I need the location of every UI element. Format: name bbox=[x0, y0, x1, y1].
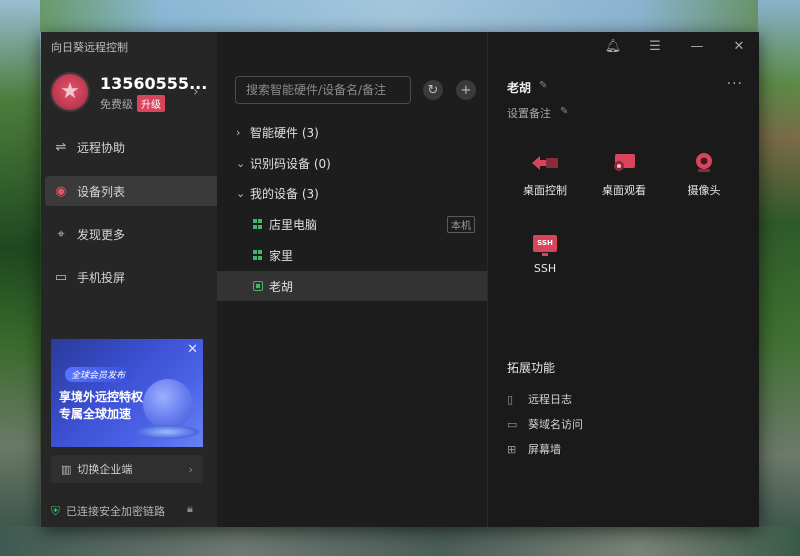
banner-subline: 专属全球加速 bbox=[59, 407, 132, 421]
banner-tag: 全球会员发布 bbox=[65, 367, 132, 382]
building-icon: ▥ bbox=[61, 462, 72, 476]
edit-icon[interactable]: ✎ bbox=[560, 106, 568, 117]
satellite-icon: ⌖ bbox=[57, 226, 65, 242]
username[interactable]: 13560555... bbox=[100, 74, 207, 93]
chevron-right-icon[interactable]: › bbox=[193, 84, 199, 100]
banner-headline: 享境外远控特权 bbox=[59, 390, 144, 404]
more-icon[interactable]: ··· bbox=[727, 76, 743, 92]
detail-panel: 🔔︎ ☰ — ✕ 老胡 ✎ 设置备注 ✎ ··· 桌面控制 桌面观看 摄像头 S… bbox=[487, 32, 759, 527]
sidebar-item-device-list[interactable]: ◉ 设备列表 bbox=[45, 176, 238, 206]
search-input[interactable] bbox=[235, 76, 411, 104]
bell-icon[interactable]: 🔔︎ bbox=[604, 39, 622, 54]
sidebar-item-discover[interactable]: ⌖ 发现更多 bbox=[45, 219, 238, 249]
device-icon bbox=[253, 281, 263, 291]
menu-icon[interactable]: ☰ bbox=[646, 39, 664, 54]
desktop-view-button[interactable]: 桌面观看 bbox=[591, 148, 657, 198]
device-name: 老胡 bbox=[269, 279, 294, 294]
action-label: 摄像头 bbox=[687, 184, 721, 197]
camera-icon bbox=[671, 148, 737, 178]
device-item[interactable]: 店里电脑 本机 bbox=[217, 209, 487, 239]
device-name: 店里电脑 bbox=[269, 217, 318, 232]
group-label: 智能硬件 (3) bbox=[250, 125, 319, 140]
security-status: ⛨ 已连接安全加密链路 bbox=[51, 503, 165, 519]
ext-label: 远程日志 bbox=[528, 393, 572, 406]
sidebar-item-remote-assist[interactable]: ⇌ 远程协助 bbox=[45, 132, 238, 162]
log-icon: ▯ bbox=[507, 392, 514, 406]
device-item-selected[interactable]: 老胡 bbox=[217, 271, 487, 301]
action-label: 桌面控制 bbox=[523, 184, 567, 197]
grid-icon: ⊞ bbox=[507, 442, 517, 456]
star-icon: ★ bbox=[60, 79, 80, 104]
add-icon[interactable]: + bbox=[456, 80, 476, 100]
desktop-trees-right bbox=[758, 0, 800, 556]
ext-label: 屏幕墙 bbox=[528, 443, 561, 456]
security-label: 已连接安全加密链路 bbox=[66, 505, 166, 518]
group-label: 我的设备 (3) bbox=[250, 186, 319, 201]
refresh-icon[interactable]: ↻ bbox=[423, 80, 443, 100]
app-title: 向日葵远程控制 bbox=[51, 41, 128, 54]
sidebar-item-label: 发现更多 bbox=[77, 227, 126, 242]
desktop-control-button[interactable]: 桌面控制 bbox=[512, 148, 578, 198]
chevron-down-icon: ⌄ bbox=[236, 186, 246, 200]
action-label: SSH bbox=[533, 262, 557, 275]
ext-screen-wall[interactable]: ⊞ 屏幕墙 bbox=[507, 441, 561, 457]
device-list-icon: ◉ bbox=[55, 183, 67, 199]
local-badge: 本机 bbox=[447, 215, 475, 233]
extensions-title: 拓展功能 bbox=[507, 361, 556, 375]
desktop-sky bbox=[0, 0, 800, 32]
domain-icon: ▭ bbox=[507, 417, 518, 431]
sidebar-item-phone-cast[interactable]: ▭ 手机投屏 bbox=[45, 262, 238, 292]
minimize-icon[interactable]: — bbox=[688, 39, 706, 54]
group-label: 识别码设备 (0) bbox=[250, 156, 331, 171]
sidebar-item-label: 远程协助 bbox=[77, 140, 126, 155]
avatar[interactable]: ★ bbox=[50, 72, 90, 112]
ssh-icon: SSH bbox=[533, 234, 557, 256]
ext-remote-log[interactable]: ▯ 远程日志 bbox=[507, 391, 572, 407]
chevron-right-icon: › bbox=[188, 462, 193, 476]
action-label: 桌面观看 bbox=[602, 184, 646, 197]
chevron-down-icon: ⌄ bbox=[236, 156, 246, 170]
link-icon: ⇌ bbox=[55, 139, 67, 155]
switch-enterprise-button[interactable]: ▥ 切换企业端 › bbox=[51, 455, 203, 483]
group-smart-hardware[interactable]: › 智能硬件 (3) bbox=[217, 117, 487, 147]
device-name: 家里 bbox=[269, 248, 294, 263]
ext-domain-access[interactable]: ▭ 葵域名访问 bbox=[507, 416, 583, 432]
set-remark-link[interactable]: 设置备注 bbox=[507, 105, 551, 121]
sidebar-item-label: 设备列表 bbox=[77, 184, 126, 199]
plan-label: 免费级 bbox=[100, 98, 133, 111]
switch-enterprise-label: 切换企业端 bbox=[77, 463, 133, 476]
chevron-right-icon: › bbox=[236, 125, 241, 139]
camera-button[interactable]: 摄像头 bbox=[671, 148, 737, 198]
device-panel: ↻ + › 智能硬件 (3) ⌄ 识别码设备 (0) ⌄ 我的设备 (3) 店里… bbox=[217, 32, 487, 527]
desktop-trees-left bbox=[0, 0, 40, 556]
globe-icon bbox=[143, 379, 193, 429]
upgrade-badge[interactable]: 升级 bbox=[137, 95, 165, 112]
desktop-control-icon bbox=[512, 148, 578, 178]
pedestal-icon bbox=[135, 425, 199, 439]
sidebar: 向日葵远程控制 ★ 13560555... 免费级 升级 › ⇌ 远程协助 ◉ … bbox=[41, 32, 238, 527]
group-my-devices[interactable]: ⌄ 我的设备 (3) bbox=[217, 178, 487, 208]
cast-icon: ▭ bbox=[54, 269, 68, 285]
desktop-rocks bbox=[0, 526, 800, 556]
windows-icon bbox=[253, 219, 263, 229]
sidebar-item-label: 手机投屏 bbox=[77, 270, 126, 285]
windows-icon bbox=[253, 250, 263, 260]
app-window: 向日葵远程控制 ★ 13560555... 免费级 升级 › ⇌ 远程协助 ◉ … bbox=[41, 32, 759, 527]
close-icon[interactable]: ✕ bbox=[187, 342, 198, 357]
device-item[interactable]: 家里 bbox=[217, 240, 487, 270]
promo-banner[interactable]: ✕ 全球会员发布 享境外远控特权 专属全球加速 bbox=[51, 339, 203, 447]
ssh-button[interactable]: SSH SSH bbox=[512, 228, 578, 275]
shield-check-icon: ⛨ bbox=[51, 503, 61, 518]
edit-icon[interactable]: ✎ bbox=[539, 80, 547, 91]
ext-label: 葵域名访问 bbox=[528, 418, 583, 431]
group-id-devices[interactable]: ⌄ 识别码设备 (0) bbox=[217, 148, 487, 178]
lock-icon[interactable]: 🔒︎ bbox=[187, 502, 193, 516]
device-title: 老胡 bbox=[507, 81, 532, 95]
close-icon[interactable]: ✕ bbox=[730, 39, 748, 54]
desktop-view-icon bbox=[591, 148, 657, 178]
